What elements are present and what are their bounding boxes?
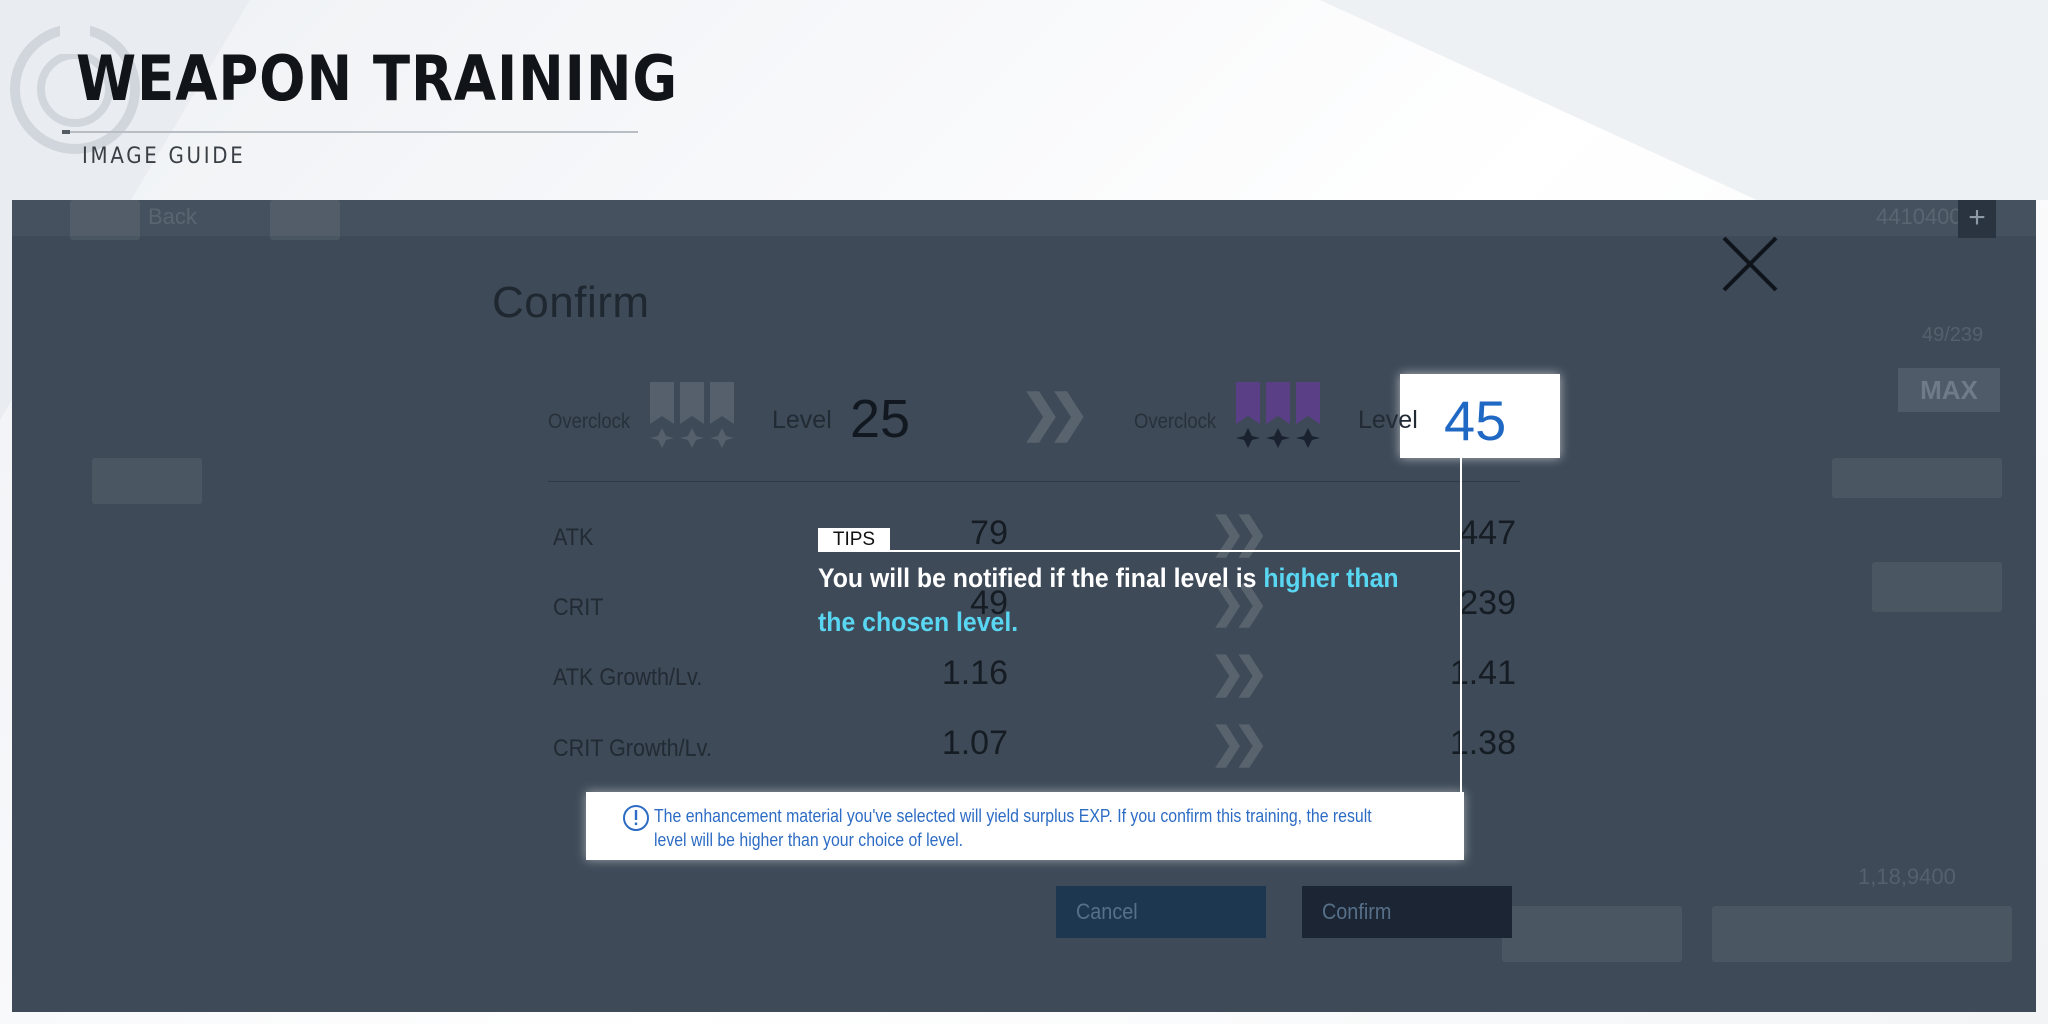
arrow-right-icon: ❯❯	[1210, 719, 1268, 766]
max-button[interactable]: MAX	[1898, 368, 2000, 412]
material-button	[1832, 458, 2002, 498]
tips-badge: TIPS	[818, 528, 890, 552]
dialog-title: Confirm	[492, 278, 650, 327]
cancel-button[interactable]: Cancel	[1056, 886, 1266, 938]
side-tab	[92, 458, 202, 504]
stat-after-crit-growth: 1.38	[1449, 724, 1516, 762]
dialog-divider	[548, 481, 1520, 482]
stat-after-atk: 447	[1459, 514, 1516, 552]
auto-select-button	[1872, 562, 2002, 612]
level-label-after: Level	[1358, 406, 1418, 434]
page-subtitle: IMAGE GUIDE	[82, 144, 246, 169]
arrow-right-icon: ❯❯	[1210, 649, 1268, 696]
confirm-button[interactable]: Confirm	[1302, 886, 1512, 938]
train-button	[1712, 906, 2012, 962]
notice-text: The enhancement material you've selected…	[654, 806, 1372, 850]
arrow-right-icon: ❯❯	[1020, 385, 1090, 441]
overclock-label-before: Overclock	[548, 410, 631, 433]
add-currency-button[interactable]: +	[1958, 200, 1996, 238]
overclock-stars-empty-icon	[650, 382, 734, 448]
overclock-label-after: Overclock	[1134, 410, 1217, 433]
back-key-hint	[70, 200, 140, 240]
stat-name-atk: ATK	[553, 524, 594, 551]
close-icon[interactable]	[1718, 232, 1782, 296]
stat-after-atk-growth: 1.41	[1449, 654, 1516, 692]
overclock-stars-filled-icon	[1236, 382, 1320, 448]
menu-key-hint	[270, 200, 340, 240]
stat-name-crit: CRIT	[553, 594, 604, 621]
stat-name-crit-growth: CRIT Growth/Lv.	[553, 735, 712, 762]
title-divider-accent	[62, 130, 70, 134]
level-value-after: 45	[1444, 389, 1507, 452]
callout-line	[818, 550, 1462, 552]
tips-text-plain: You will be notified if the final level …	[818, 563, 1264, 593]
title-divider	[62, 131, 638, 133]
page-title: WEAPON TRAINING	[76, 42, 679, 115]
back-label: Back	[148, 204, 197, 229]
stat-before-atk-growth: 1.16	[941, 654, 1008, 692]
cancel-button-label: Cancel	[1076, 899, 1138, 924]
reset-button	[1502, 906, 1682, 962]
bottom-currency-label: 1,18,9400	[1858, 864, 1956, 889]
confirm-button-label: Confirm	[1322, 899, 1392, 924]
level-fraction-label: 49/239	[1922, 324, 1984, 346]
level-label-before: Level	[772, 406, 832, 434]
surplus-exp-notice: The enhancement material you've selected…	[586, 792, 1464, 860]
info-exclamation-icon	[623, 805, 649, 831]
stat-name-atk-growth: ATK Growth/Lv.	[553, 664, 703, 691]
currency-label: 4410400	[1876, 204, 1962, 229]
tips-text: You will be notified if the final level …	[818, 556, 1407, 644]
level-value-before: 25	[850, 389, 911, 449]
callout-line	[1460, 458, 1462, 792]
stat-before-crit-growth: 1.07	[941, 724, 1008, 762]
